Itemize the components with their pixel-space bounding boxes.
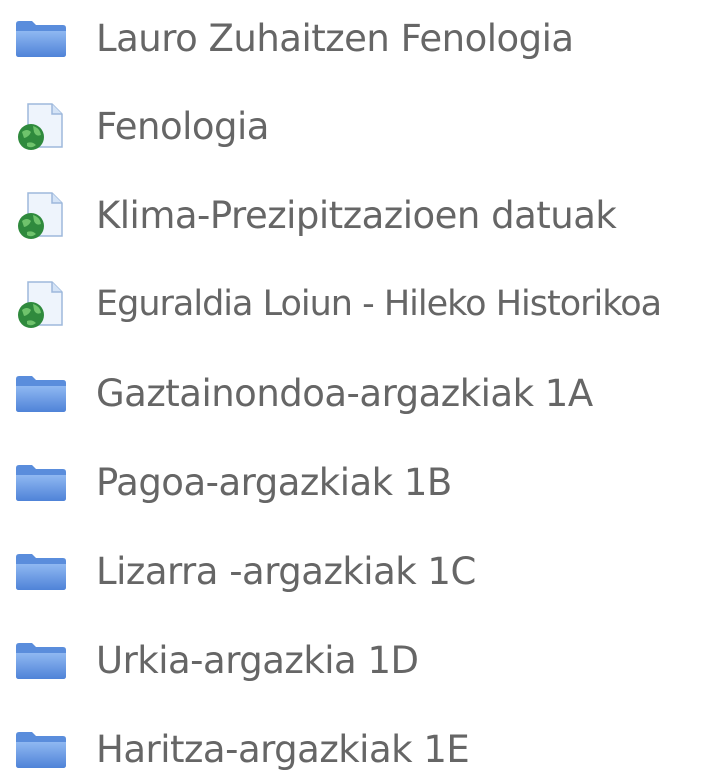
item-label: Eguraldia Loiun - Hileko Historikoa [96,284,662,324]
resource-list: Lauro Zuhaitzen Fenologia Fenologia Klim… [0,0,723,773]
list-item-folder[interactable]: Lauro Zuhaitzen Fenologia [14,8,719,68]
list-item-url[interactable]: Klima-Prezipitzazioen datuak [14,185,719,245]
item-label: Pagoa-argazkiak 1B [96,460,452,504]
item-label: Fenologia [96,104,269,148]
web-link-icon [14,280,70,328]
item-label: Gaztainondoa-argazkiak 1A [96,371,593,415]
folder-icon [14,458,70,506]
folder-icon [14,725,70,773]
item-label: Urkia-argazkia 1D [96,638,419,682]
web-link-icon [14,102,70,150]
list-item-folder[interactable]: Gaztainondoa-argazkiak 1A [14,363,719,423]
web-link-icon [14,191,70,239]
list-item-url[interactable]: Fenologia [14,96,719,156]
item-label: Klima-Prezipitzazioen datuak [96,193,617,237]
item-label: Haritza-argazkiak 1E [96,727,470,771]
folder-icon [14,369,70,417]
list-item-url[interactable]: Eguraldia Loiun - Hileko Historikoa [14,274,719,334]
list-item-folder[interactable]: Pagoa-argazkiak 1B [14,452,719,512]
folder-icon [14,636,70,684]
list-item-folder[interactable]: Haritza-argazkiak 1E [14,719,719,779]
item-label: Lauro Zuhaitzen Fenologia [96,16,574,60]
folder-icon [14,14,70,62]
list-item-folder[interactable]: Urkia-argazkia 1D [14,630,719,690]
list-item-folder[interactable]: Lizarra -argazkiak 1C [14,541,719,601]
item-label: Lizarra -argazkiak 1C [96,549,476,593]
folder-icon [14,547,70,595]
